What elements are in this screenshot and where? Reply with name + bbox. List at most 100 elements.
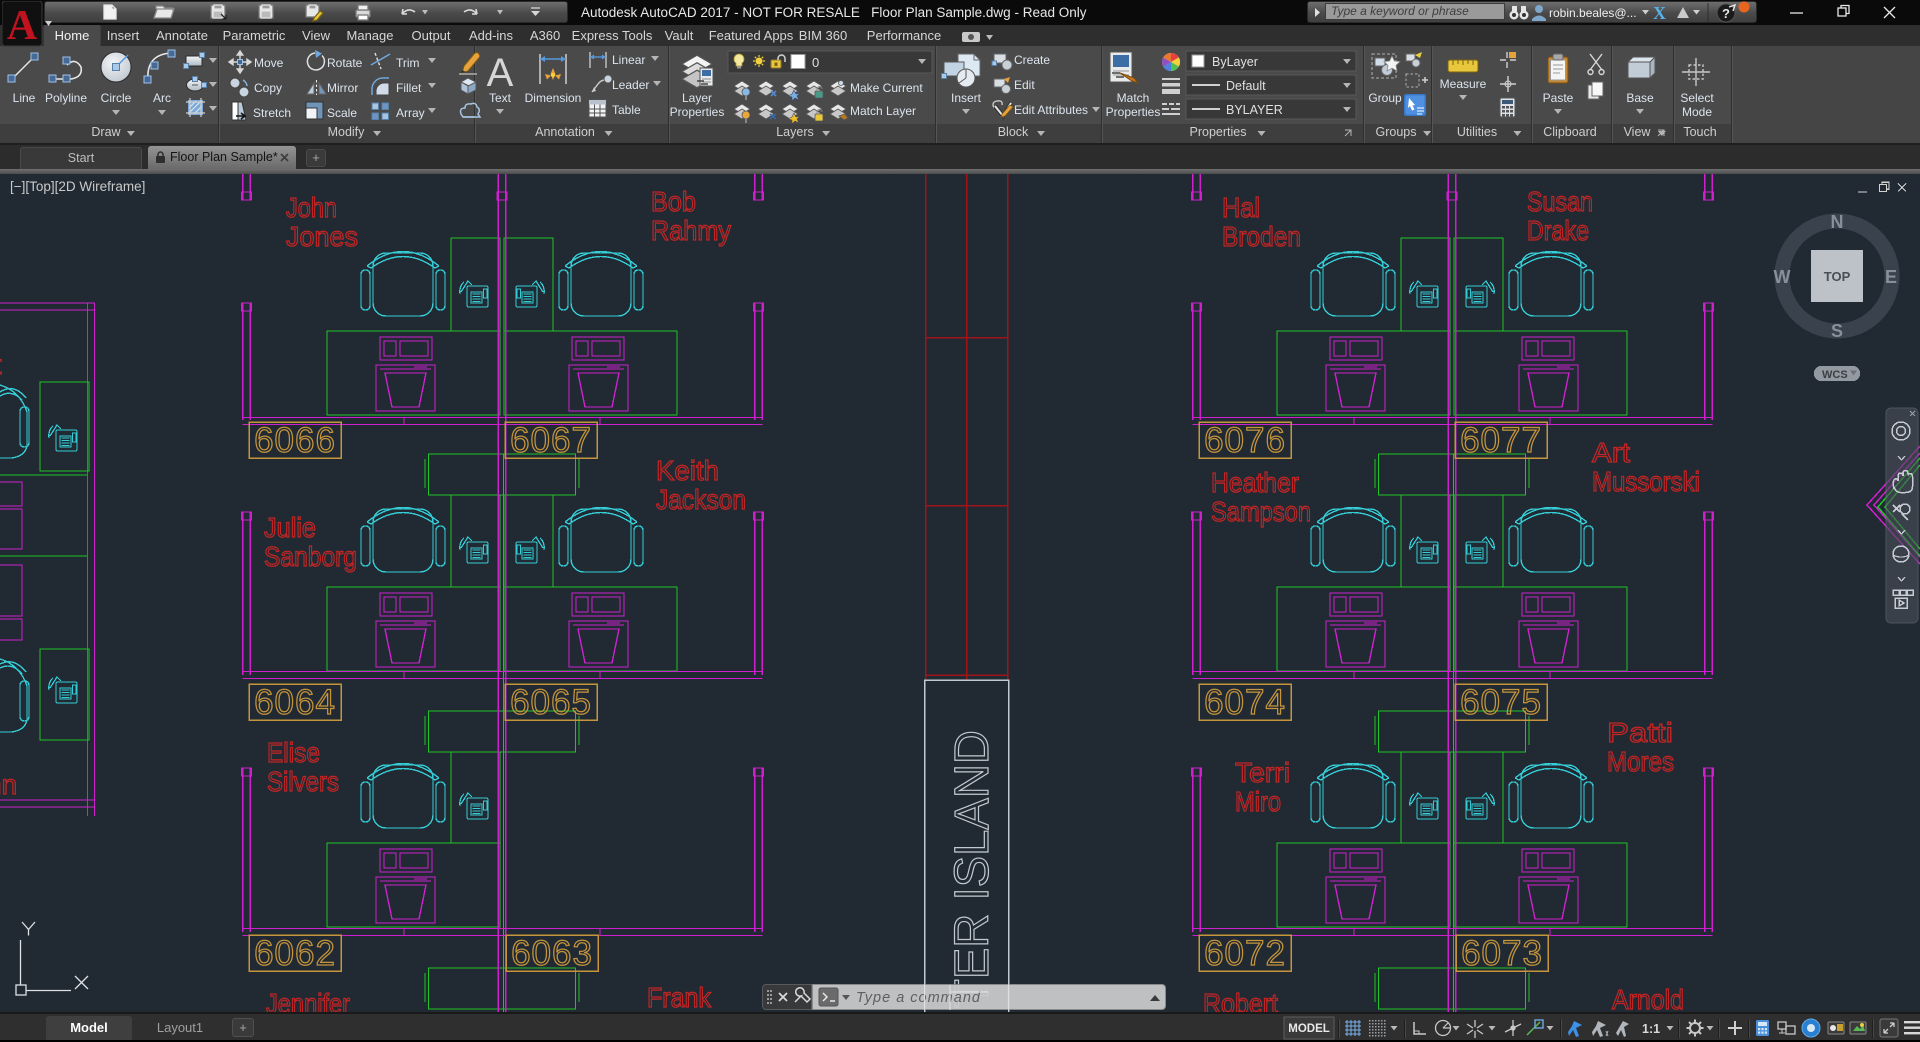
svg-text:W: W [1774, 267, 1791, 287]
svg-text:Bob: Bob [651, 186, 696, 217]
svg-text:Heather: Heather [1211, 467, 1299, 498]
svg-text:BYLAYER: BYLAYER [1226, 103, 1283, 117]
svg-text:E: E [1885, 267, 1897, 287]
svg-text:0: 0 [812, 55, 819, 70]
svg-text:Line: Line [13, 91, 36, 105]
svg-text:Keith: Keith [656, 455, 719, 486]
svg-text:ByLayer: ByLayer [1212, 55, 1258, 69]
svg-text:Sanborg: Sanborg [264, 541, 357, 572]
svg-text:Rahmy: Rahmy [651, 215, 731, 246]
svg-text:Base: Base [1626, 91, 1654, 105]
svg-text:Match: Match [1117, 91, 1150, 105]
svg-text:TOP: TOP [1824, 269, 1851, 284]
svg-text:Drake: Drake [1527, 215, 1589, 246]
svg-text:Mussorski: Mussorski [1592, 466, 1700, 497]
svg-text:6065: 6065 [510, 683, 592, 722]
svg-text:Leader: Leader [612, 78, 649, 92]
svg-text:Elise: Elise [267, 737, 320, 768]
svg-text:Art: Art [1592, 437, 1630, 468]
svg-text:6075: 6075 [1460, 683, 1542, 722]
svg-text:Jennifer: Jennifer [266, 988, 350, 1012]
svg-text:Jones: Jones [286, 221, 358, 252]
svg-text:Rotate: Rotate [327, 56, 363, 70]
svg-text:robin.beales@...: robin.beales@... [1549, 6, 1637, 20]
svg-text:Groups: Groups [1376, 125, 1417, 139]
svg-text:6074: 6074 [1204, 683, 1286, 722]
svg-text:6063: 6063 [511, 934, 593, 973]
svg-text:N: N [1831, 212, 1844, 232]
svg-text:Dimension: Dimension [525, 91, 582, 105]
svg-text:View: View [1624, 125, 1652, 139]
svg-text:Select: Select [1680, 91, 1714, 105]
svg-text:Text: Text [489, 91, 512, 105]
svg-text:Layer: Layer [682, 91, 712, 105]
svg-text:Mores: Mores [1607, 746, 1674, 777]
svg-text:Table: Table [612, 103, 641, 117]
svg-text:6062: 6062 [254, 934, 336, 973]
svg-text:?: ? [1722, 6, 1730, 21]
svg-text:Frank: Frank [647, 982, 712, 1012]
svg-text:Arnold: Arnold [1612, 984, 1684, 1012]
svg-text:nn: nn [0, 769, 17, 800]
svg-text:Draw: Draw [91, 125, 121, 139]
svg-text:6077: 6077 [1460, 421, 1542, 460]
svg-text:Julie: Julie [264, 512, 316, 543]
svg-text:Scale: Scale [327, 106, 357, 120]
svg-text:6072: 6072 [1204, 934, 1286, 973]
svg-text:[−][Top][2D Wireframe]: [−][Top][2D Wireframe] [10, 179, 145, 194]
svg-text:tt: tt [0, 349, 2, 380]
svg-text:A: A [7, 3, 38, 47]
svg-text:Edit: Edit [1014, 78, 1035, 92]
svg-text:Default: Default [1226, 79, 1266, 93]
svg-text:WCS: WCS [1822, 369, 1848, 381]
svg-text:Modify: Modify [328, 125, 366, 139]
svg-text:Properties: Properties [1106, 105, 1161, 119]
svg-text:Broden: Broden [1222, 221, 1301, 252]
svg-text:Arc: Arc [153, 91, 171, 105]
svg-text:Properties: Properties [1190, 125, 1247, 139]
svg-text:Circle: Circle [101, 91, 132, 105]
svg-text:Layers: Layers [776, 125, 814, 139]
svg-text:S: S [1831, 321, 1843, 341]
svg-text:Array: Array [396, 106, 425, 120]
svg-text:Clipboard: Clipboard [1543, 125, 1597, 139]
svg-text:Copy: Copy [254, 81, 282, 95]
svg-text:Match Layer: Match Layer [850, 104, 916, 118]
svg-text:Trim: Trim [396, 56, 420, 70]
svg-text:Patti: Patti [1607, 717, 1673, 748]
svg-text:6067: 6067 [510, 421, 592, 460]
svg-text:6064: 6064 [254, 683, 336, 722]
svg-text:Annotation: Annotation [535, 125, 595, 139]
svg-text:Block: Block [998, 125, 1029, 139]
svg-text:Group: Group [1368, 91, 1402, 105]
svg-text:Robert: Robert [1203, 988, 1278, 1012]
svg-text:Touch: Touch [1683, 125, 1716, 139]
svg-text:Susan: Susan [1527, 186, 1593, 217]
svg-text:Paste: Paste [1543, 91, 1574, 105]
svg-text:6076: 6076 [1204, 421, 1286, 460]
svg-text:Utilities: Utilities [1457, 125, 1497, 139]
svg-text:Hal: Hal [1222, 192, 1260, 223]
svg-text:6073: 6073 [1461, 934, 1543, 973]
svg-text:Jackson: Jackson [656, 484, 746, 515]
svg-text:6066: 6066 [254, 421, 336, 460]
svg-text:A: A [487, 51, 514, 95]
svg-text:MODEL: MODEL [1288, 1023, 1330, 1035]
svg-text:Mirror: Mirror [327, 81, 358, 95]
svg-text:Linear: Linear [612, 53, 645, 67]
svg-text:John: John [286, 192, 337, 223]
svg-text:TER ISLAND: TER ISLAND [946, 730, 999, 1008]
svg-text:Fillet: Fillet [396, 81, 422, 95]
svg-text:Measure: Measure [1440, 77, 1487, 91]
svg-text:Polyline: Polyline [45, 91, 87, 105]
svg-text:Silvers: Silvers [267, 766, 339, 797]
svg-text:Stretch: Stretch [253, 106, 291, 120]
svg-text:Create: Create [1014, 53, 1050, 67]
svg-text:Properties: Properties [670, 105, 725, 119]
svg-text:Mode: Mode [1682, 105, 1712, 119]
svg-text:Terri: Terri [1235, 757, 1290, 788]
svg-text:X: X [1653, 3, 1666, 23]
svg-text:Edit Attributes: Edit Attributes [1014, 103, 1088, 117]
svg-text:Insert: Insert [951, 91, 982, 105]
svg-text:Miro: Miro [1235, 786, 1281, 817]
